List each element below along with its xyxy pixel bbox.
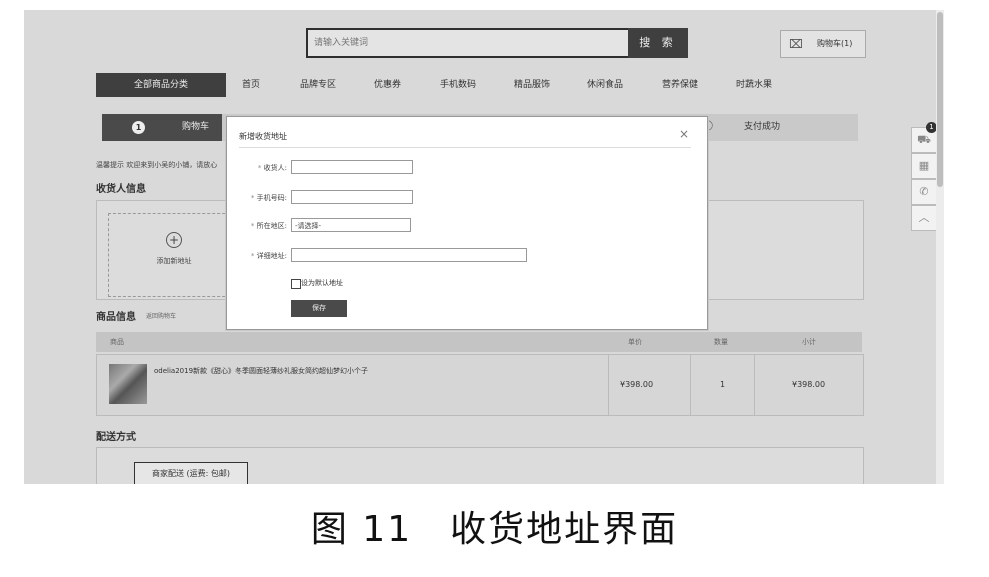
header-cart-label: 购物车(1) (817, 39, 853, 48)
nav-item-digital[interactable]: 手机数码 (440, 73, 476, 97)
nav-item-health[interactable]: 营养保健 (662, 73, 698, 97)
scrollbar-thumb[interactable] (937, 12, 943, 187)
detail-address-label: * 详细地址: (250, 252, 287, 260)
modal-title: 新增收货地址 (239, 132, 287, 141)
chevron-up-icon: ︿ (918, 211, 930, 224)
step-number: 1 (132, 121, 145, 134)
product-thumbnail[interactable] (109, 364, 147, 404)
search-box (306, 28, 632, 58)
browser-viewport: 搜 索 ⌧ 购物车(1) 全部商品分类 首页 品牌专区 优惠券 手机数码 精品服… (24, 10, 936, 484)
nav-item-home[interactable]: 首页 (242, 73, 260, 97)
close-icon[interactable]: × (679, 127, 689, 141)
product-price: ¥398.00 (620, 380, 654, 389)
nav-item-apparel[interactable]: 精品服饰 (514, 73, 550, 97)
table-divider (608, 354, 609, 416)
step-cart: 1 购物车 (102, 114, 222, 141)
nav-item-snacks[interactable]: 休闲食品 (587, 73, 623, 97)
table-divider (754, 354, 755, 416)
scrollbar[interactable] (936, 10, 944, 484)
header-cart-button[interactable]: ⌧ 购物车(1) (780, 30, 866, 58)
phone-icon: ✆ (919, 185, 929, 198)
back-to-top-button[interactable]: ︿ (911, 205, 936, 231)
search-input[interactable] (308, 30, 630, 56)
product-name[interactable]: odelia2019新款《甜心》冬季圆面轻薄纱礼服女简约超仙梦幻小个子 (154, 366, 368, 376)
default-address-label: 设为默认地址 (301, 279, 343, 287)
modal-divider (239, 147, 691, 148)
col-price: 单价 (628, 338, 642, 346)
back-to-cart-link[interactable]: 返回购物车 (146, 311, 176, 320)
receiver-label: * 收货人: (257, 164, 287, 172)
welcome-tip: 温馨提示 欢迎来到小吴的小铺，请放心 (96, 161, 218, 169)
receiver-input[interactable] (291, 160, 413, 174)
nav-item-brands[interactable]: 品牌专区 (300, 73, 336, 97)
goods-table-header: 商品 单价 数量 小计 (96, 332, 862, 352)
add-address-card[interactable]: + 添加新地址 (108, 213, 240, 297)
region-select[interactable]: -请选择- (291, 218, 411, 232)
col-goods: 商品 (110, 338, 124, 346)
cart-badge: 1 (926, 122, 936, 133)
cart-icon: ⌧ (789, 37, 803, 51)
search-button[interactable]: 搜 索 (628, 28, 688, 58)
phone-input[interactable] (291, 190, 413, 204)
goods-section-title: 商品信息 (96, 312, 136, 323)
region-label: * 所在地区: (250, 222, 287, 230)
shipping-section-title: 配送方式 (96, 432, 136, 443)
table-row (96, 354, 864, 416)
nav-item-fruits[interactable]: 时蔬水果 (736, 73, 772, 97)
table-divider (690, 354, 691, 416)
detail-address-input[interactable] (291, 248, 527, 262)
figure-caption: 图 11 收货地址界面 (310, 509, 679, 550)
qrcode-icon: ▦ (918, 159, 930, 172)
step-payment-success: 支付成功 (744, 122, 781, 132)
side-cart-button[interactable]: ⛟ 1 (911, 122, 936, 153)
plus-icon: + (166, 232, 182, 248)
new-address-modal: 新增收货地址 × * 收货人: * 手机号码: * 所在地区: -请选择- * … (226, 116, 708, 330)
product-qty: 1 (720, 380, 726, 389)
nav-item-coupons[interactable]: 优惠券 (374, 73, 401, 97)
cart-icon: ⛟ (917, 133, 931, 146)
receiver-section-title: 收货人信息 (96, 184, 146, 195)
side-qrcode-button[interactable]: ▦ (911, 153, 936, 179)
side-phone-button[interactable]: ✆ (911, 179, 936, 205)
product-subtotal: ¥398.00 (792, 380, 826, 389)
phone-label: * 手机号码: (250, 194, 287, 202)
nav-all-categories[interactable]: 全部商品分类 (96, 73, 226, 97)
step-cart-label: 购物车 (182, 122, 210, 132)
add-address-label: 添加新地址 (156, 257, 192, 265)
default-address-checkbox[interactable] (291, 279, 301, 289)
col-qty: 数量 (714, 338, 728, 346)
shipping-option[interactable]: 商家配送 (运费: 包邮) (134, 462, 248, 484)
col-subtotal: 小计 (802, 338, 816, 346)
save-button[interactable]: 保存 (291, 300, 347, 317)
